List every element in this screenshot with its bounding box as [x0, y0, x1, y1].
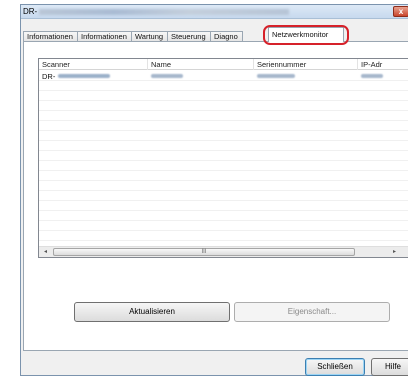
list-item [39, 211, 408, 221]
title-bar: DR- x [21, 5, 408, 19]
list-item [39, 161, 408, 171]
column-header-scanner[interactable]: Scanner [42, 60, 70, 69]
column-header-seriennummer[interactable]: Seriennummer [257, 60, 306, 69]
column-header-ip-address[interactable]: IP-Adr [361, 60, 382, 69]
list-item [39, 121, 408, 131]
list-item [39, 191, 408, 201]
column-separator[interactable] [147, 59, 148, 70]
table-row[interactable]: DR- [39, 71, 408, 81]
scroll-left-icon[interactable]: ◂ [40, 247, 51, 257]
scanner-settings-window: DR- x Informationen Informationen Wartun… [20, 4, 408, 376]
list-item [39, 171, 408, 181]
tab-highlight-annotation [263, 25, 349, 45]
grip-icon: III [201, 249, 207, 255]
scroll-right-icon[interactable]: ▸ [389, 247, 400, 257]
list-item [39, 111, 408, 121]
list-item [39, 201, 408, 211]
window-title-redacted [39, 9, 289, 15]
properties-button[interactable]: Eigenschaft... [234, 302, 390, 322]
scanner-cell: DR- [42, 72, 56, 81]
scanner-model-redacted [58, 74, 110, 78]
netzwerkmonitor-panel: Scanner Name Seriennummer IP-Adr DR- ◂ I… [23, 41, 408, 351]
list-item [39, 81, 408, 91]
list-item [39, 131, 408, 141]
name-redacted [151, 74, 183, 78]
ip-address-redacted [361, 74, 383, 78]
refresh-button[interactable]: Aktualisieren [74, 302, 230, 322]
column-header-name[interactable]: Name [151, 60, 171, 69]
tab-bar: Informationen Informationen Wartung Steu… [21, 27, 408, 42]
list-item [39, 221, 408, 231]
horizontal-scrollbar[interactable]: ◂ III ▸ [39, 246, 408, 257]
list-item [39, 91, 408, 101]
window-title: DR- [23, 7, 38, 16]
scanner-list[interactable]: Scanner Name Seriennummer IP-Adr DR- ◂ I… [38, 58, 408, 258]
list-header: Scanner Name Seriennummer IP-Adr [39, 59, 408, 70]
list-item [39, 151, 408, 161]
window-close-button[interactable]: x [393, 6, 408, 17]
close-button[interactable]: Schließen [305, 358, 365, 376]
column-separator[interactable] [357, 59, 358, 70]
column-separator[interactable] [253, 59, 254, 70]
help-button[interactable]: Hilfe [371, 358, 408, 376]
list-item [39, 181, 408, 191]
list-item [39, 141, 408, 151]
list-item [39, 231, 408, 241]
scrollbar-thumb[interactable]: III [53, 248, 355, 256]
list-item [39, 101, 408, 111]
serial-number-redacted [257, 74, 295, 78]
